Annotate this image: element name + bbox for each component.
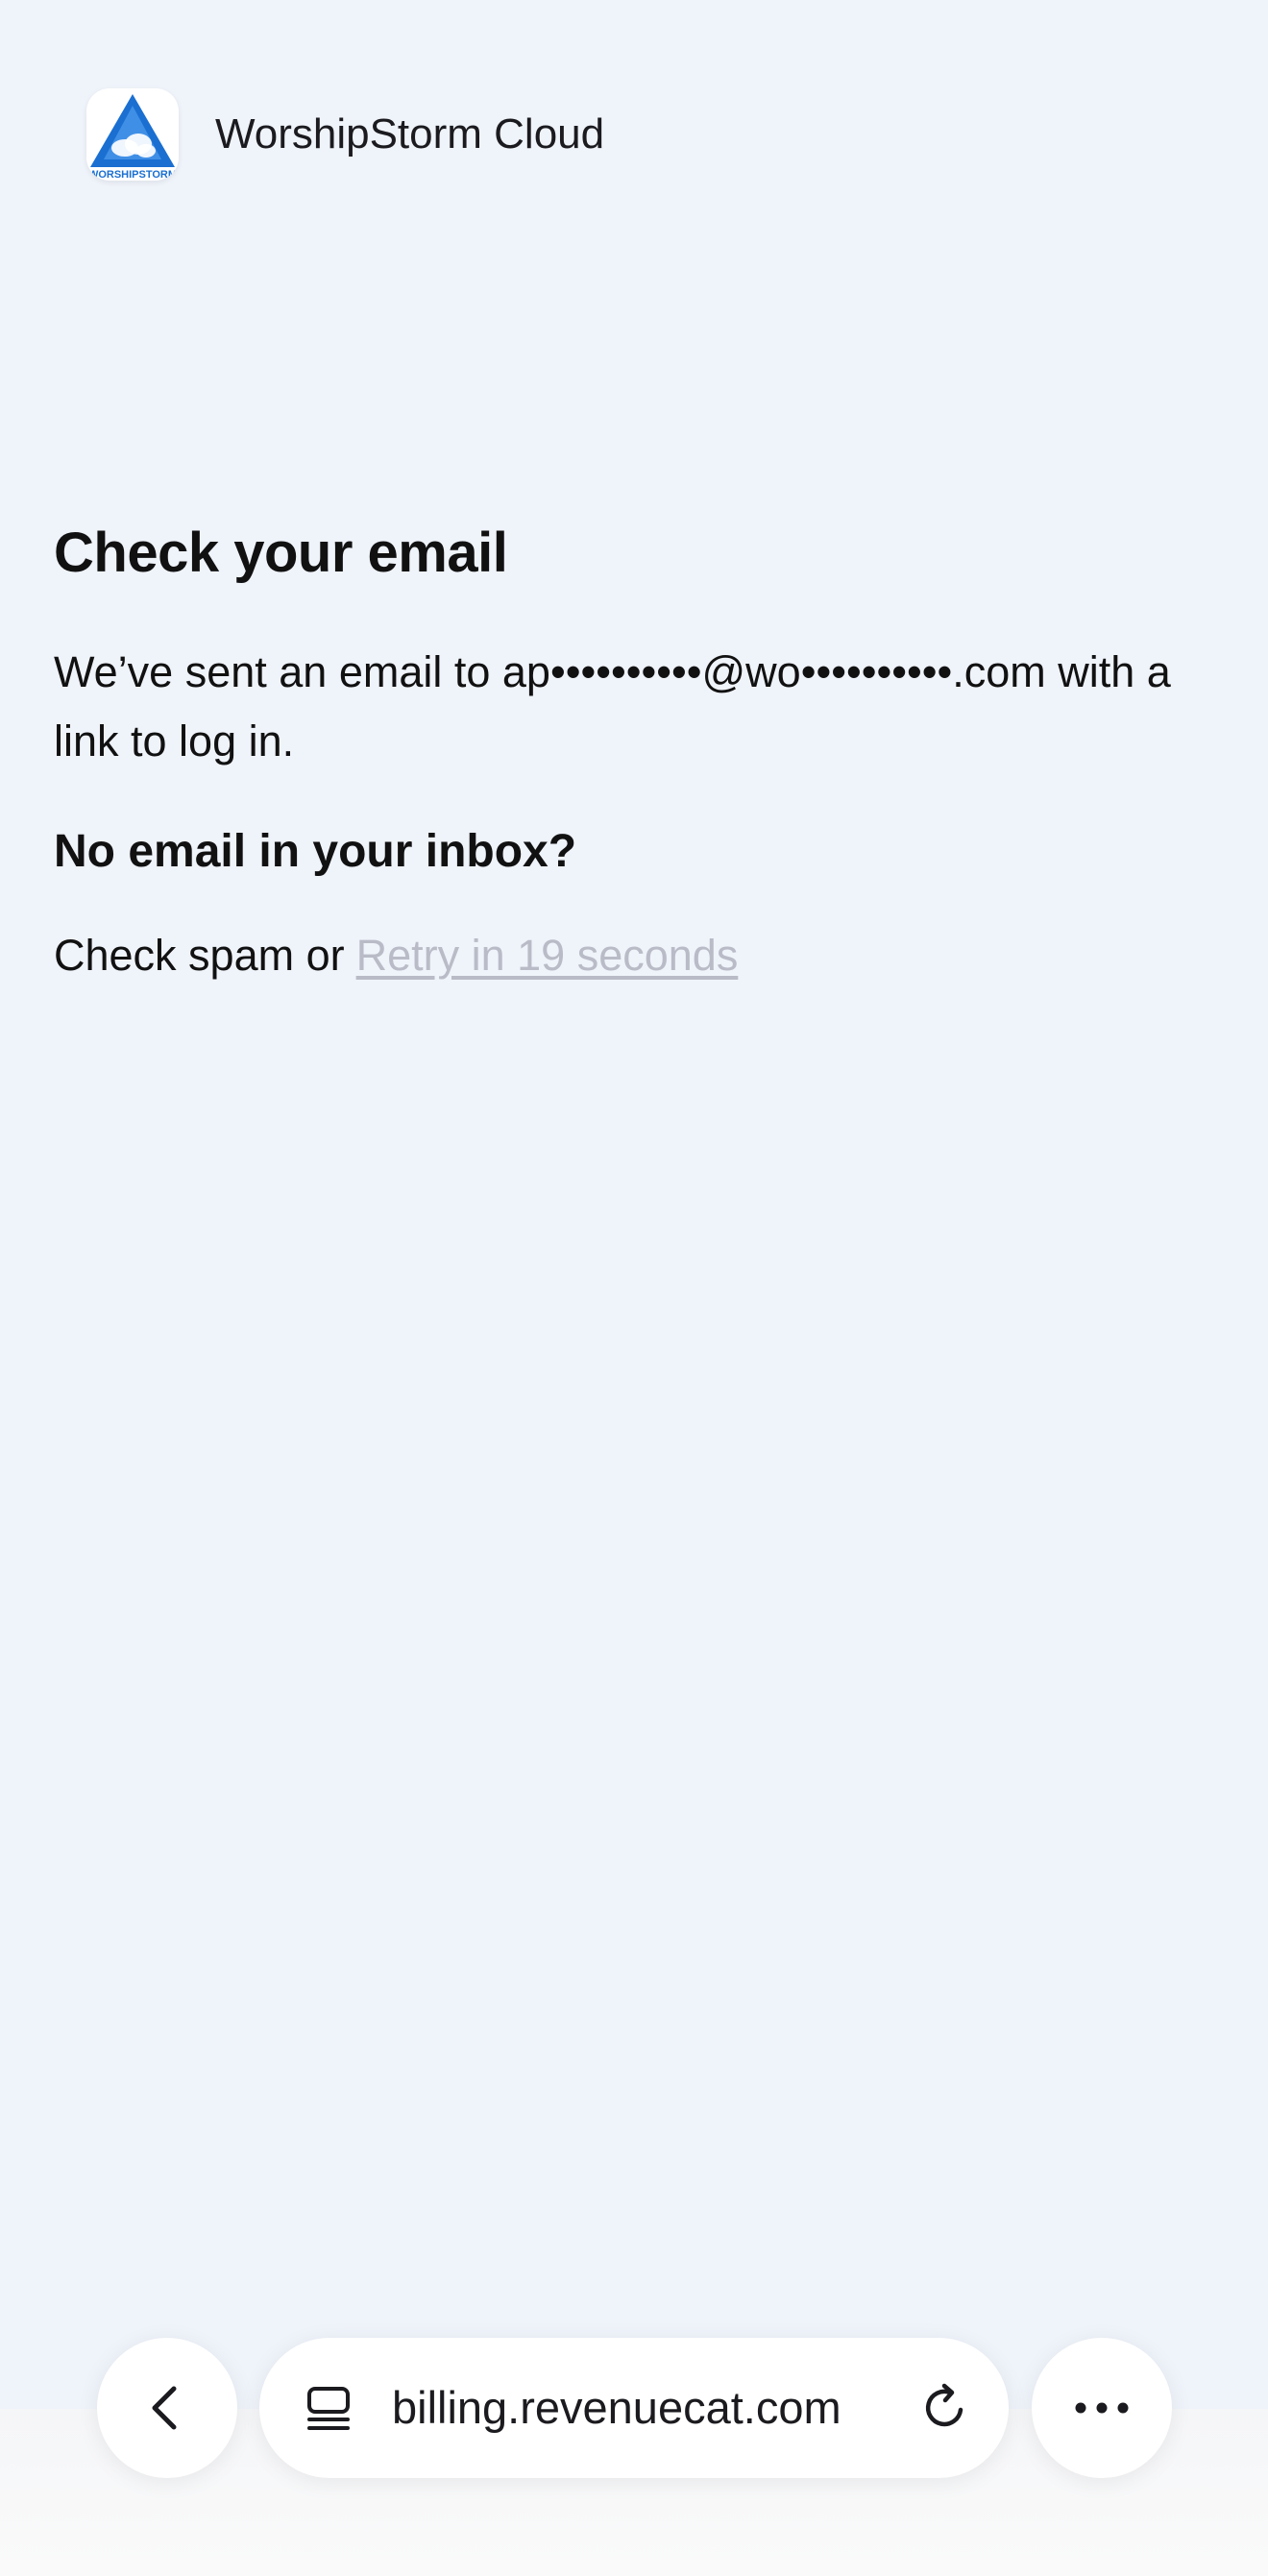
url-text[interactable]: billing.revenuecat.com [392, 2338, 841, 2478]
browser-toolbar: billing.revenuecat.com [0, 2338, 1268, 2478]
retry-link[interactable]: Retry in 19 seconds [356, 931, 739, 980]
more-dots-icon [1075, 2402, 1129, 2414]
page-title: Check your email [54, 522, 508, 584]
worshipstorm-logo-icon: WORSHIPSTORM [88, 94, 177, 181]
app-title: WorshipStorm Cloud [215, 110, 605, 158]
email-sent-message: We’ve sent an email to ap••••••••••@wo••… [54, 647, 1171, 766]
back-button[interactable] [97, 2338, 237, 2478]
back-chevron-icon [152, 2386, 177, 2430]
spam-prefix-text: Check spam or [54, 931, 345, 980]
spam-retry-line: Check spam or Retry in 19 seconds [54, 922, 1226, 989]
worshipstorm-logo: WORSHIPSTORM [86, 88, 179, 181]
no-email-subheading: No email in your inbox? [54, 826, 577, 877]
main-content: Check your email We’ve sent an email to … [54, 509, 1226, 989]
tabs-icon[interactable] [304, 2383, 354, 2433]
svg-text:WORSHIPSTORM: WORSHIPSTORM [88, 169, 177, 181]
reload-icon[interactable] [918, 2381, 972, 2435]
app-header: WORSHIPSTORM WorshipStorm Cloud [86, 86, 604, 182]
address-bar[interactable]: billing.revenuecat.com [259, 2338, 1009, 2478]
more-options-button[interactable] [1032, 2338, 1172, 2478]
